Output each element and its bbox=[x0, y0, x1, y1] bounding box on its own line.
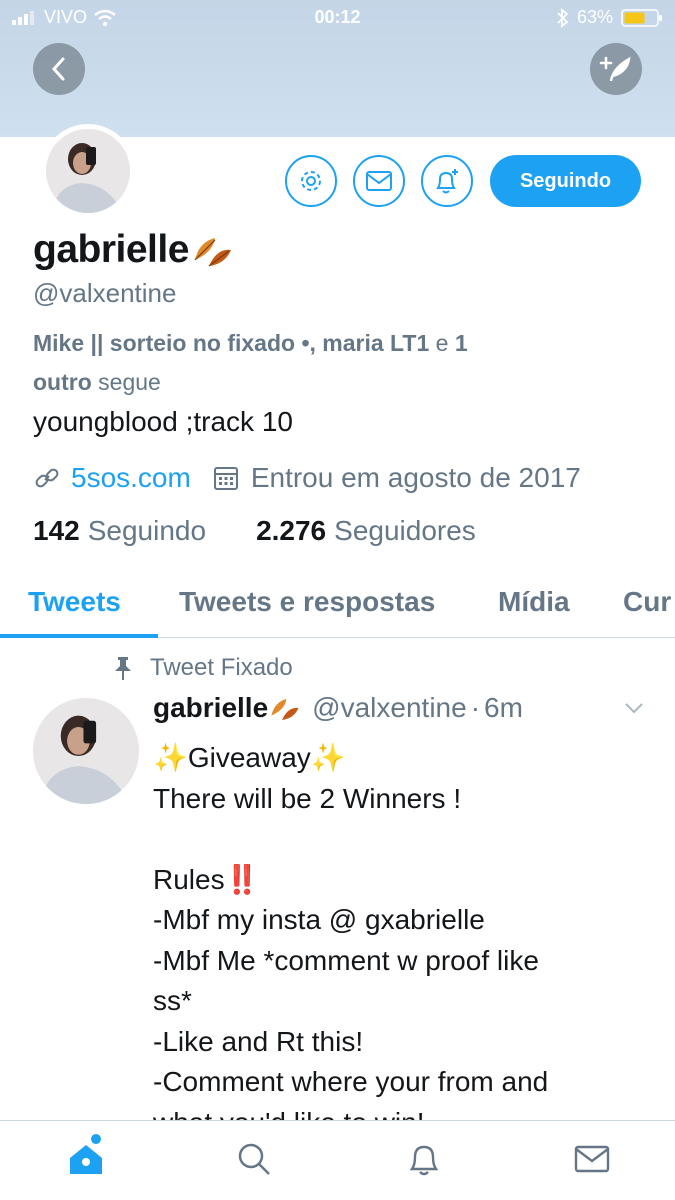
tweet-line: ✨Giveaway✨ bbox=[153, 742, 346, 773]
tweet-line: There will be 2 Winners ! bbox=[153, 782, 462, 814]
profile-name-text: gabrielle bbox=[33, 228, 189, 271]
website-link[interactable]: 5sos.com bbox=[71, 462, 191, 494]
profile-bio: youngblood ;track 10 bbox=[33, 406, 293, 437]
following-stat[interactable]: 142 Seguindo bbox=[33, 515, 206, 547]
chevron-left-icon bbox=[51, 57, 65, 81]
followers-stat[interactable]: 2.276 Seguidores bbox=[256, 515, 476, 547]
profile-tabs: Tweets Tweets e respostas Mídia Cur bbox=[0, 570, 675, 638]
settings-button[interactable] bbox=[285, 155, 337, 207]
tweet-header: gabrielle @valxentine · 6m bbox=[153, 692, 523, 724]
profile-handle: @valxentine bbox=[33, 278, 177, 308]
avatar-photo bbox=[46, 129, 130, 213]
home-icon bbox=[70, 1145, 102, 1174]
back-button[interactable] bbox=[33, 43, 85, 95]
tweet-text: ✨Giveaway✨ There will be 2 Winners ! Rul… bbox=[153, 738, 643, 1143]
messages-icon bbox=[574, 1145, 610, 1173]
followed-by-count: 1 bbox=[454, 330, 468, 356]
autumn-leaf-icon bbox=[194, 238, 231, 267]
profile-avatar[interactable] bbox=[41, 124, 135, 218]
followers-label: Seguidores bbox=[334, 515, 476, 546]
calendar-icon bbox=[213, 467, 238, 490]
tweet-author-name[interactable]: gabrielle bbox=[153, 692, 268, 724]
followed-by-text[interactable]: Mike || sorteio no fixado •, maria LT1 e… bbox=[33, 324, 593, 402]
tweet-line: -Mbf Me *comment w proof like bbox=[153, 944, 539, 976]
active-tab-indicator bbox=[0, 634, 158, 638]
pin-icon bbox=[115, 657, 131, 680]
following-count: 142 bbox=[33, 515, 80, 546]
tab-tweets[interactable]: Tweets bbox=[28, 586, 121, 618]
pinned-label: Tweet Fixado bbox=[112, 654, 293, 682]
following-label: Seguindo bbox=[87, 515, 207, 546]
tab-tweets-replies[interactable]: Tweets e respostas bbox=[179, 586, 435, 618]
feather-plus-icon bbox=[599, 56, 631, 82]
tab-media[interactable]: Mídia bbox=[498, 586, 570, 618]
tweet-line: ss* bbox=[153, 985, 192, 1016]
following-button[interactable]: Seguindo bbox=[490, 155, 641, 207]
notifications-icon bbox=[409, 1145, 439, 1176]
bottom-tab-bar bbox=[0, 1120, 675, 1200]
search-icon bbox=[238, 1143, 270, 1175]
profile-name: gabrielle bbox=[33, 228, 235, 272]
followers-count: 2.276 bbox=[256, 515, 327, 546]
tweet-line: -Mbf my insta @ gxabrielle bbox=[153, 904, 485, 935]
tweet-line bbox=[153, 819, 643, 860]
chevron-down-icon[interactable] bbox=[622, 700, 646, 716]
gear-icon bbox=[301, 171, 321, 191]
envelope-icon bbox=[366, 171, 392, 191]
new-content-dot bbox=[91, 1134, 101, 1144]
tab-likes[interactable]: Cur bbox=[623, 586, 671, 618]
tweet-line: -Comment where your from and bbox=[153, 1066, 549, 1097]
compose-tweet-button[interactable] bbox=[590, 43, 642, 95]
pinned-label-text: Tweet Fixado bbox=[150, 654, 293, 681]
tweet-avatar[interactable] bbox=[33, 698, 139, 804]
autumn-leaf-icon bbox=[271, 699, 299, 720]
nav-notifications[interactable] bbox=[404, 1139, 444, 1179]
nav-search[interactable] bbox=[234, 1139, 274, 1179]
status-bar: VIVO 00:12 63% bbox=[0, 0, 675, 36]
nav-messages[interactable] bbox=[572, 1139, 612, 1179]
tweet-author-handle[interactable]: @valxentine bbox=[312, 692, 467, 724]
notifications-toggle-button[interactable] bbox=[421, 155, 473, 207]
bluetooth-icon bbox=[557, 7, 569, 28]
tweet-line: Rules‼️ bbox=[153, 863, 260, 895]
battery-icon bbox=[621, 8, 662, 27]
followed-by-names: Mike || sorteio no fixado •, maria LT1 bbox=[33, 330, 430, 356]
followed-by-suffix: segue bbox=[98, 369, 161, 395]
profile-meta: 5sos.com Entrou em agosto de 2017 bbox=[33, 462, 581, 494]
nav-home[interactable] bbox=[66, 1139, 106, 1179]
message-button[interactable] bbox=[353, 155, 405, 207]
battery-percent: 63% bbox=[576, 7, 613, 27]
joined-date: Entrou em agosto de 2017 bbox=[250, 462, 581, 493]
tweet-line: -Like and Rt this! bbox=[153, 1025, 364, 1057]
tweet-avatar-photo bbox=[33, 698, 139, 804]
followed-by-and: e bbox=[435, 330, 449, 356]
tweet-separator: · bbox=[470, 692, 481, 723]
followed-by-other: outro bbox=[33, 369, 92, 395]
link-icon bbox=[35, 468, 59, 488]
tweet-time: 6m bbox=[484, 692, 523, 723]
profile-stats: 142 Seguindo 2.276 Seguidores bbox=[33, 515, 476, 547]
bell-plus-icon bbox=[436, 169, 458, 194]
